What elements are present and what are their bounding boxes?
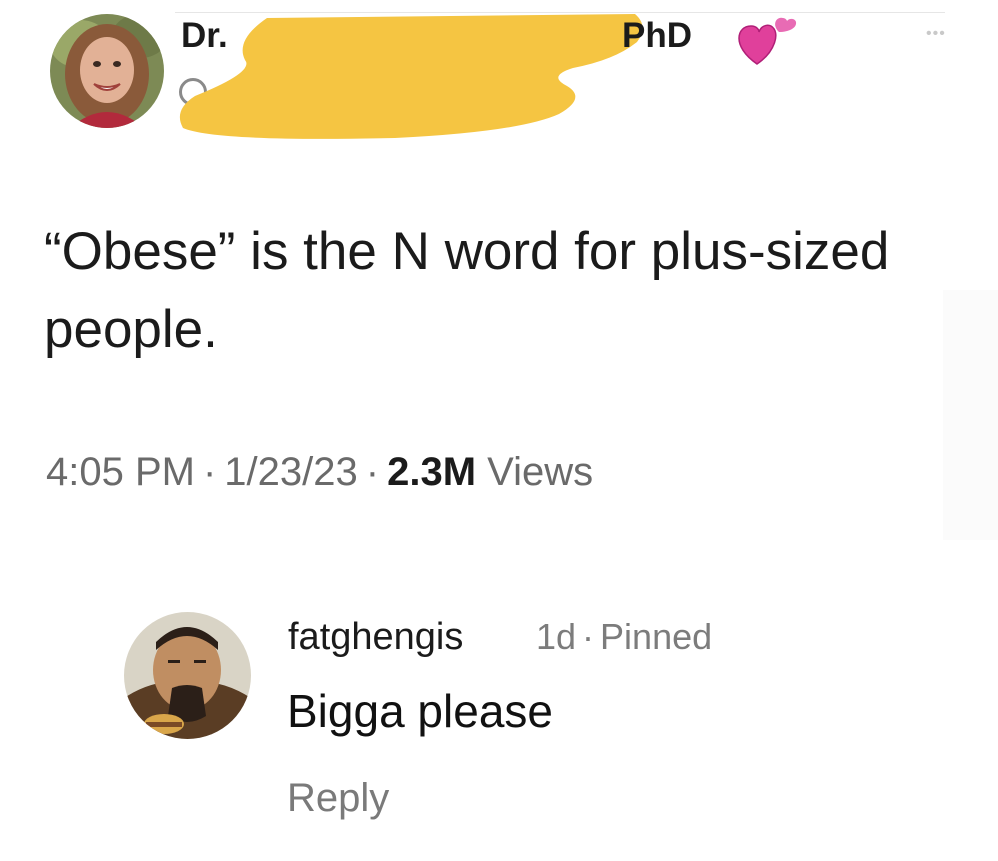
heart-icon (738, 17, 797, 65)
tweet-text: “Obese” is the N word for plus-sized peo… (44, 222, 890, 359)
comment-age: 1d (536, 616, 577, 657)
author-name-suffix[interactable]: PhD (622, 18, 692, 53)
redaction-scribble (179, 14, 643, 139)
author-avatar-image (50, 14, 164, 128)
views-count: 2.3M (387, 450, 477, 494)
comment-avatar-image (124, 612, 251, 739)
meta-separator: · (365, 450, 380, 494)
tweet-date[interactable]: 1/23/23 (224, 450, 357, 494)
comment-meta: 1d · Pinned (536, 614, 712, 660)
meta-separator: · (202, 450, 217, 494)
tweet-author-avatar[interactable] (50, 14, 164, 128)
comment-text: Bigga please (287, 685, 553, 737)
edge-shade (943, 290, 998, 540)
views-label: Views (487, 450, 594, 494)
comment-username[interactable]: fatghengis (288, 614, 463, 660)
reply-button[interactable]: Reply (287, 774, 389, 822)
more-options-icon[interactable]: ••• (926, 26, 946, 42)
comment-author-avatar[interactable] (124, 612, 251, 739)
meta-separator: · (582, 616, 595, 657)
pinned-label: Pinned (600, 616, 713, 657)
tweet-time: 4:05 PM (46, 450, 195, 494)
tweet-meta: 4:05 PM · 1/23/23 · 2.3M Views (46, 448, 593, 496)
